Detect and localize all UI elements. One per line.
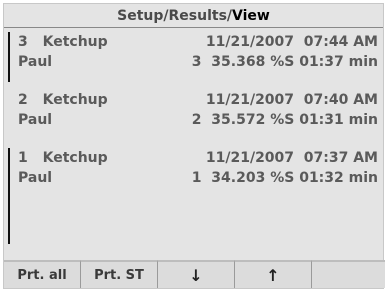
record-count: 2 <box>191 112 202 128</box>
record-index: 3 <box>18 34 28 50</box>
scroll-indicator <box>8 32 10 82</box>
breadcrumb-setup: Setup/ <box>117 8 169 24</box>
record-result: 35.572 <box>211 112 266 128</box>
list-item[interactable]: 1 Ketchup 11/21/2007 07:37 AM Paul 1 34.… <box>18 148 378 188</box>
breadcrumb: Setup/Results/View <box>4 4 383 28</box>
print-all-button[interactable]: Prt. all <box>4 260 81 288</box>
record-time: 07:40 AM <box>303 92 378 108</box>
record-result: 35.368 <box>211 54 266 70</box>
record-product: Ketchup <box>42 92 108 108</box>
record-result: 34.203 <box>211 170 266 186</box>
record-product: Ketchup <box>42 34 108 50</box>
record-user: Paul <box>18 170 53 186</box>
selection-marker <box>8 148 10 244</box>
scroll-down-button[interactable]: ↓ <box>158 260 235 288</box>
list-item[interactable]: 3 Ketchup 11/21/2007 07:44 AM Paul 3 35.… <box>18 32 378 72</box>
empty-softkey[interactable] <box>312 260 385 288</box>
record-date: 11/21/2007 <box>205 92 295 108</box>
record-time: 07:44 AM <box>303 34 378 50</box>
up-arrow-icon: ↑ <box>266 265 280 285</box>
record-user: Paul <box>18 112 53 128</box>
breadcrumb-results: Results/ <box>168 8 233 24</box>
record-user: Paul <box>18 54 53 70</box>
down-arrow-icon: ↓ <box>189 265 203 285</box>
record-product: Ketchup <box>42 150 108 166</box>
record-unit: %S <box>270 170 295 186</box>
record-duration: 01:32 min <box>299 170 378 186</box>
breadcrumb-view: View <box>232 8 270 24</box>
record-date: 11/21/2007 <box>205 34 295 50</box>
record-unit: %S <box>270 54 295 70</box>
record-time: 07:37 AM <box>303 150 378 166</box>
results-view-screen: Setup/Results/View 3 Ketchup 11/21/2007 … <box>3 3 385 289</box>
record-duration: 01:37 min <box>299 54 378 70</box>
list-item[interactable]: 2 Ketchup 11/21/2007 07:40 AM Paul 2 35.… <box>18 90 378 130</box>
record-count: 3 <box>191 54 202 70</box>
record-unit: %S <box>270 112 295 128</box>
record-index: 2 <box>18 92 28 108</box>
print-st-button[interactable]: Prt. ST <box>81 260 158 288</box>
softkey-bar: Prt. all Prt. ST ↓ ↑ <box>4 260 385 288</box>
record-duration: 01:31 min <box>299 112 378 128</box>
record-count: 1 <box>191 170 202 186</box>
record-index: 1 <box>18 150 28 166</box>
record-date: 11/21/2007 <box>205 150 295 166</box>
scroll-up-button[interactable]: ↑ <box>235 260 312 288</box>
